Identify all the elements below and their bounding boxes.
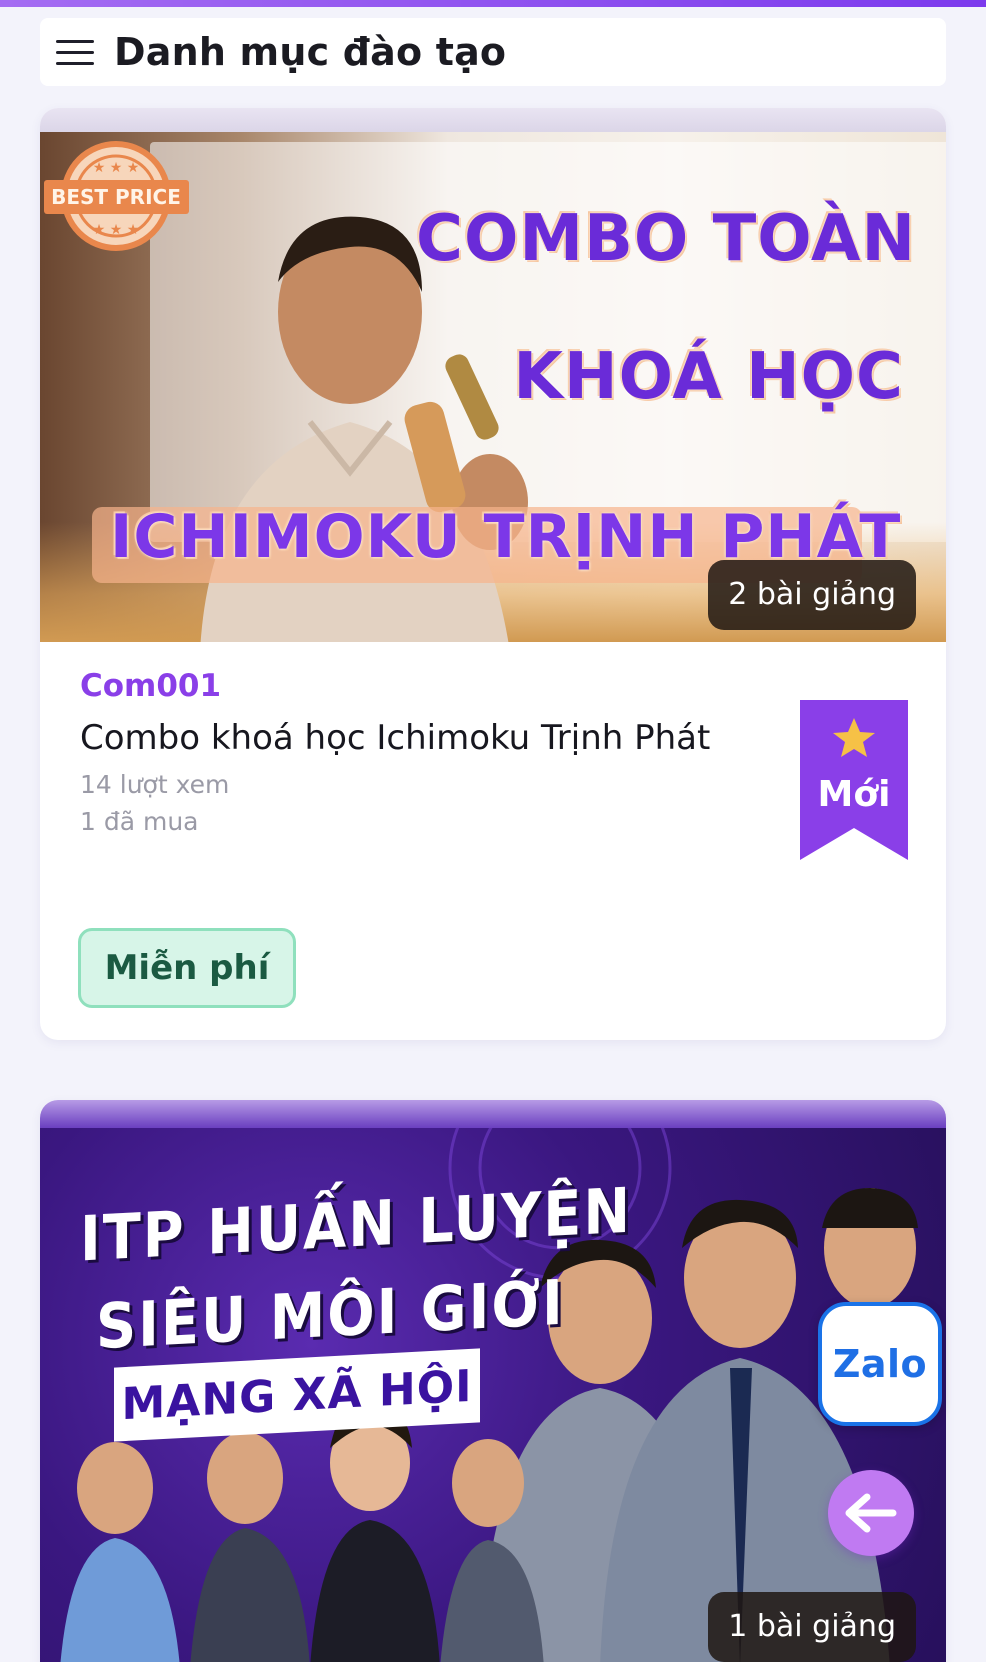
course-thumbnail[interactable]: BEST PRICE ★ ★ ★ ★ ★ ★ COMBO TOÀN KHOÁ H… <box>40 132 946 642</box>
thumbnail-headline-1: COMBO TOÀN <box>416 202 916 276</box>
zalo-logo-icon: Zalo <box>832 1342 928 1386</box>
page-header: Danh mục đào tạo <box>40 18 946 86</box>
lesson-count-badge: 1 bài giảng <box>708 1592 916 1662</box>
price-free-button[interactable]: Miễn phí <box>78 928 296 1008</box>
course-title[interactable]: Combo khoá học Ichimoku Trịnh Phát <box>80 718 760 758</box>
arrow-left-icon <box>845 1493 897 1533</box>
course-code: Com001 <box>80 668 222 704</box>
zalo-chat-button[interactable]: Zalo <box>818 1302 942 1426</box>
back-button[interactable] <box>828 1470 914 1556</box>
course-card[interactable]: ITP HUẤN LUYỆN SIÊU MÔI GIỚI MẠNG XÃ HỘI… <box>40 1100 946 1662</box>
course-card[interactable]: BEST PRICE ★ ★ ★ ★ ★ ★ COMBO TOÀN KHOÁ H… <box>40 108 946 1040</box>
lesson-count-badge: 2 bài giảng <box>708 560 916 630</box>
svg-text:★ ★ ★: ★ ★ ★ <box>93 160 140 176</box>
svg-text:★ ★ ★: ★ ★ ★ <box>93 222 140 238</box>
best-price-text: BEST PRICE <box>51 185 181 209</box>
course-thumbnail[interactable]: ITP HUẤN LUYỆN SIÊU MÔI GIỚI MẠNG XÃ HỘI… <box>40 1128 946 1662</box>
thumbnail-headline-2: KHOÁ HỌC <box>513 340 904 414</box>
hamburger-menu-icon[interactable] <box>54 34 94 70</box>
course-info: Com001 Combo khoá học Ichimoku Trịnh Phá… <box>80 668 760 836</box>
new-badge-label: Mới <box>817 774 891 815</box>
thumbnail-top-strip <box>40 1100 946 1128</box>
best-price-badge: BEST PRICE ★ ★ ★ ★ ★ ★ <box>44 141 189 251</box>
top-accent-bar <box>0 0 986 7</box>
view-count: 14 lượt xem <box>80 770 230 799</box>
page-title: Danh mục đào tạo <box>114 30 507 74</box>
purchase-count: 1 đã mua <box>80 807 199 836</box>
